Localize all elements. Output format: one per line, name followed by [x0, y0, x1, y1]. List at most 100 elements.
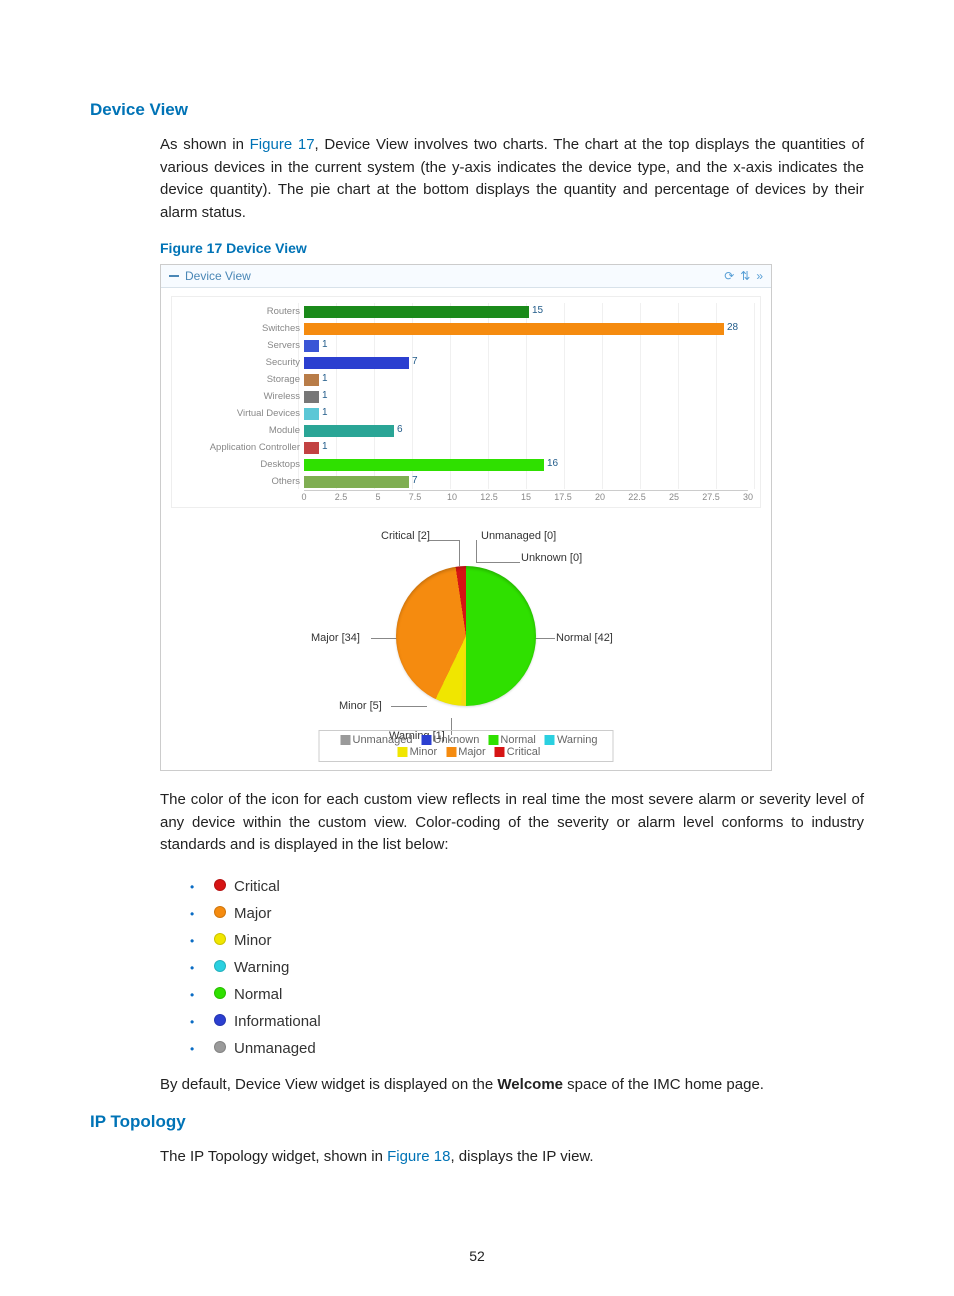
link-figure-17[interactable]: Figure 17 [250, 136, 315, 153]
text: By default, Device View widget is displa… [160, 1076, 497, 1093]
panel-title: Device View [185, 269, 251, 283]
bar [304, 476, 409, 488]
bar-value-label: 1 [322, 373, 328, 384]
x-tick: 10 [447, 492, 457, 502]
pie-label-minor: Minor [5] [339, 700, 382, 712]
severity-item: Minor [190, 927, 864, 954]
bar-value-label: 7 [412, 356, 418, 367]
bar [304, 442, 319, 454]
pie-label-unmanaged: Unmanaged [0] [481, 530, 556, 542]
x-tick: 12.5 [480, 492, 498, 502]
bar-value-label: 15 [532, 305, 543, 316]
x-tick: 25 [669, 492, 679, 502]
bar-category-label: Routers [178, 306, 304, 317]
x-tick: 5 [375, 492, 380, 502]
bar-row: Virtual Devices1 [178, 405, 754, 422]
bar-category-label: Virtual Devices [178, 408, 304, 419]
text: The IP Topology widget, shown in [160, 1148, 387, 1165]
pie-label-major: Major [34] [311, 632, 360, 644]
bar-category-label: Security [178, 357, 304, 368]
device-view-panel: Device View ⟳ ⇅ » Routers15Switches28Ser… [160, 264, 772, 771]
close-icon[interactable]: » [756, 269, 763, 283]
bar-row: Wireless1 [178, 388, 754, 405]
paragraph-ip-topology: The IP Topology widget, shown in Figure … [90, 1146, 864, 1169]
x-tick: 17.5 [554, 492, 572, 502]
severity-item: Major [190, 900, 864, 927]
bar-row: Switches 28 [178, 320, 754, 337]
x-tick: 27.5 [702, 492, 720, 502]
severity-label: Normal [234, 986, 282, 1003]
bar-value-label: 28 [727, 322, 738, 333]
paragraph-default: By default, Device View widget is displa… [90, 1074, 864, 1097]
bar-row: Storage 1 [178, 371, 754, 388]
pie-label-unknown: Unknown [0] [521, 552, 582, 564]
x-tick: 22.5 [628, 492, 646, 502]
severity-item: Critical [190, 873, 864, 900]
pie-label-normal: Normal [42] [556, 632, 613, 644]
settings-icon[interactable]: ⇅ [740, 269, 750, 283]
severity-dot-icon [214, 1041, 226, 1053]
severity-label: Critical [234, 878, 280, 895]
x-tick: 20 [595, 492, 605, 502]
bar-row: Application Controller 1 [178, 439, 754, 456]
bar-chart: Routers15Switches28Servers1Security7Stor… [171, 296, 761, 508]
severity-dot-icon [214, 987, 226, 999]
pie-graphic [396, 566, 536, 706]
panel-header: Device View ⟳ ⇅ » [161, 265, 771, 288]
bar [304, 323, 724, 335]
link-figure-18[interactable]: Figure 18 [387, 1148, 450, 1165]
page-number: 52 [0, 1248, 954, 1264]
text: , displays the IP view. [450, 1148, 593, 1165]
bar-value-label: 1 [322, 441, 328, 452]
text-bold-welcome: Welcome [497, 1076, 563, 1093]
bar-row: Desktops 16 [178, 456, 754, 473]
severity-label: Informational [234, 1013, 321, 1030]
bar [304, 306, 529, 318]
bar-category-label: Application Controller [178, 442, 304, 453]
bar-value-label: 16 [547, 458, 558, 469]
severity-item: Unmanaged [190, 1035, 864, 1062]
severity-item: Warning [190, 954, 864, 981]
pie-legend: Unmanaged Unknown Normal Warning Minor M… [319, 730, 614, 762]
bar-category-label: Module [178, 425, 304, 436]
refresh-icon[interactable]: ⟳ [724, 269, 734, 283]
pie-chart: Critical [2] Unmanaged [0] Unknown [0] N… [171, 522, 761, 762]
heading-ip-topology: IP Topology [90, 1112, 864, 1132]
bar [304, 459, 544, 471]
severity-dot-icon [214, 933, 226, 945]
bar-category-label: Wireless [178, 391, 304, 402]
severity-label: Unmanaged [234, 1040, 316, 1057]
bar-value-label: 6 [397, 424, 403, 435]
collapse-icon[interactable] [169, 275, 179, 277]
text: space of the IMC home page. [563, 1076, 764, 1093]
paragraph-color-desc: The color of the icon for each custom vi… [90, 789, 864, 857]
severity-label: Minor [234, 932, 272, 949]
x-tick: 15 [521, 492, 531, 502]
severity-dot-icon [214, 960, 226, 972]
x-tick: 0 [301, 492, 306, 502]
figure-caption: Figure 17 Device View [160, 240, 864, 256]
bar [304, 357, 409, 369]
bar [304, 408, 319, 420]
pie-label-critical: Critical [2] [381, 530, 430, 542]
bar-category-label: Others [178, 476, 304, 487]
heading-device-view: Device View [90, 100, 864, 120]
severity-item: Normal [190, 981, 864, 1008]
paragraph-intro: As shown in Figure 17, Device View invol… [90, 134, 864, 224]
x-tick: 7.5 [409, 492, 422, 502]
bar [304, 391, 319, 403]
bar-category-label: Desktops [178, 459, 304, 470]
x-tick: 2.5 [335, 492, 348, 502]
severity-list: Critical Major Minor Warning Normal Informati… [90, 873, 864, 1062]
bar [304, 425, 394, 437]
bar-category-label: Switches [178, 323, 304, 334]
severity-dot-icon [214, 1014, 226, 1026]
bar [304, 374, 319, 386]
severity-label: Major [234, 905, 272, 922]
bar-value-label: 7 [412, 475, 418, 486]
severity-item: Informational [190, 1008, 864, 1035]
severity-dot-icon [214, 879, 226, 891]
severity-dot-icon [214, 906, 226, 918]
bar-category-label: Storage [178, 374, 304, 385]
bar-row: Module 6 [178, 422, 754, 439]
